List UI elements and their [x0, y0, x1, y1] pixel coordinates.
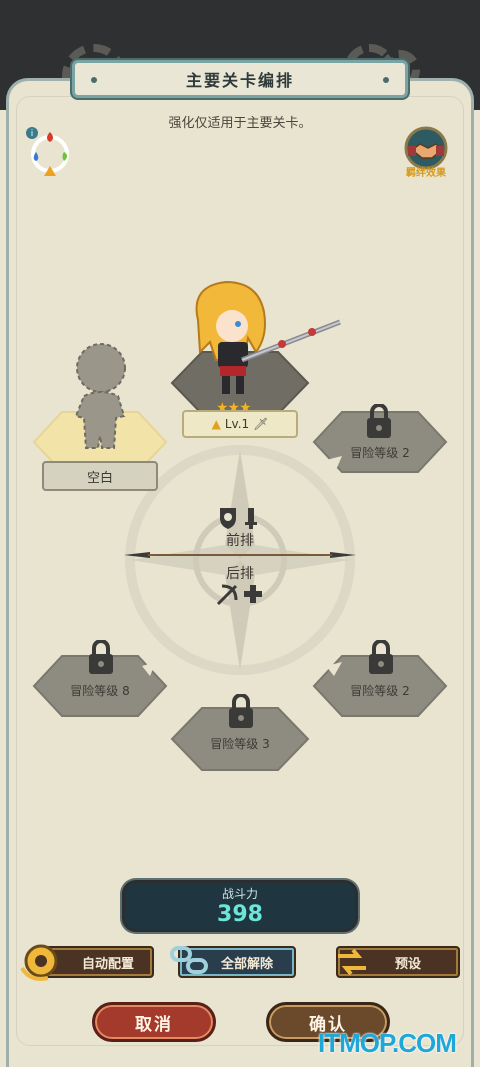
hero-level-card[interactable]: ▲ Lv.1 🗡 [182, 410, 298, 438]
auto-arrange-label: 自动配置 [81, 956, 134, 972]
release-all-label: 全部解除 [220, 956, 273, 972]
locked-slot-label: 冒险等级 3 [210, 737, 270, 751]
front-role-icons [220, 508, 257, 529]
gear-arrow-icon [20, 944, 58, 981]
hero-character-sprite [195, 280, 341, 394]
lock-icon [229, 694, 253, 728]
preset-label: 预设 [394, 956, 421, 972]
bond-effect-label: 羁绊效果 [406, 168, 446, 179]
cancel-button[interactable]: 取消 [92, 1002, 216, 1042]
banner-rivet-right [383, 77, 389, 83]
swap-arrows-icon [338, 948, 366, 976]
lock-icon [369, 640, 393, 674]
locked-slot-label: 冒险等级 2 [350, 684, 410, 698]
combat-power-value: 398 [217, 902, 263, 927]
front-row-label: 前排 [226, 533, 254, 549]
title-banner: 主要关卡编排 [72, 60, 408, 98]
locked-slot-label: 冒险等级 2 [350, 446, 410, 460]
lock-icon [89, 640, 113, 674]
element-wheel-button[interactable]: i [22, 124, 78, 180]
element-wheel-icon: i [26, 127, 69, 176]
hero-level: Lv.1 [224, 417, 250, 431]
page-title: 主要关卡编排 [185, 71, 294, 90]
combat-power-label: 战斗力 [221, 887, 258, 901]
broken-chain-icon [170, 946, 208, 974]
empty-silhouette-icon [74, 343, 126, 449]
combat-power-panel: 战斗力 398 [122, 880, 358, 932]
empty-slot-label: 空白 [42, 461, 158, 491]
back-role-icons [216, 584, 262, 606]
fire-element-icon: ▲ [211, 417, 221, 431]
banner-rivet-left [91, 77, 97, 83]
sword-class-icon: 🗡 [253, 417, 269, 431]
row-divider [124, 552, 356, 558]
locked-slot-label: 冒险等级 8 [70, 684, 130, 698]
lock-icon [367, 404, 391, 438]
back-row-label: 后排 [226, 566, 254, 582]
svg-text:i: i [31, 129, 34, 139]
watermark-logo: ITMOP.COM [318, 1028, 457, 1058]
